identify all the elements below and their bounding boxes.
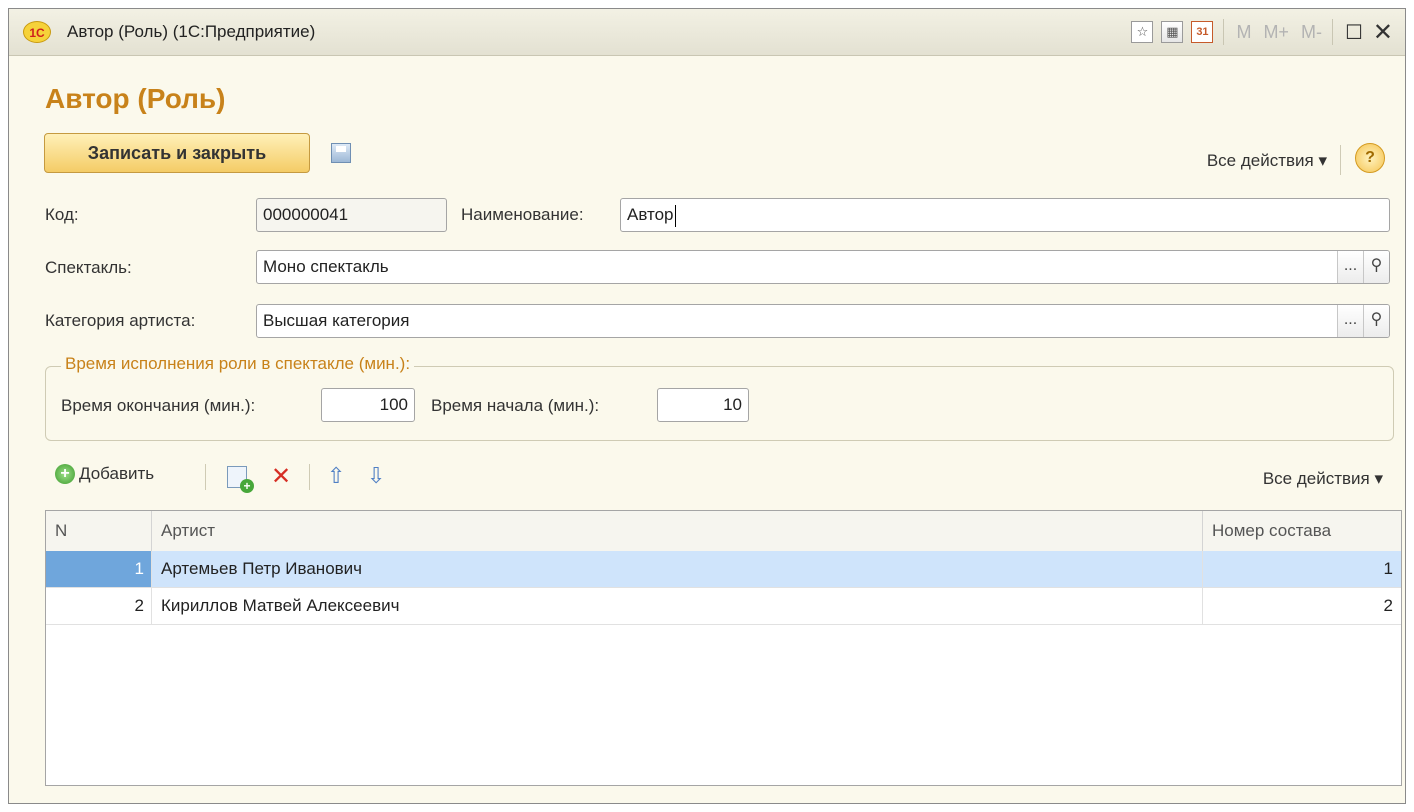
artist-cell[interactable]: Артемьев Петр Иванович <box>152 551 1203 587</box>
artists-table[interactable]: N Артист Номер состава 1 Артемьев Петр И… <box>45 510 1402 786</box>
page-title: Автор (Роль) <box>45 83 226 114</box>
cast-number-cell[interactable]: 2 <box>1203 588 1401 624</box>
close-icon[interactable]: ✕ <box>1373 18 1393 47</box>
toolbar-divider <box>1223 19 1225 45</box>
category-label: Категория артиста: <box>45 311 196 330</box>
show-field[interactable]: Моно спектакль ... ⚲ <box>256 250 1390 284</box>
row-number-cell[interactable]: 1 <box>46 551 152 587</box>
command-bar-divider <box>1340 145 1341 175</box>
category-select-button[interactable]: ... <box>1337 305 1363 337</box>
category-search-icon[interactable]: ⚲ <box>1363 305 1389 337</box>
column-header-cast-number[interactable]: Номер состава <box>1203 511 1401 551</box>
start-time-field[interactable]: 10 <box>657 388 749 422</box>
category-value: Высшая категория <box>263 311 410 330</box>
start-time-label: Время начала (мин.): <box>431 396 600 415</box>
calendar-icon[interactable]: 31 <box>1191 21 1214 43</box>
help-icon[interactable]: ? <box>1355 143 1385 173</box>
toolbar-divider <box>205 464 206 490</box>
title-bar-tools: ☆ ▦ 31 M M+ M- ☐ ✕ <box>1123 17 1393 47</box>
row-number-cell[interactable]: 2 <box>46 588 152 624</box>
name-value: Автор <box>627 205 674 224</box>
add-row-button[interactable]: + Добавить <box>55 464 154 484</box>
show-label: Спектакль: <box>45 258 132 277</box>
time-group-title: Время исполнения роли в спектакле (мин.)… <box>61 354 415 374</box>
form-window: 1С Автор (Роль) (1С:Предприятие) ☆ ▦ 31 … <box>8 8 1406 804</box>
table-all-actions-menu[interactable]: Все действия ▾ <box>1263 469 1383 489</box>
name-field[interactable]: Автор <box>620 198 1390 232</box>
end-time-field[interactable]: 100 <box>321 388 415 422</box>
table-header: N Артист Номер состава <box>46 511 1401 552</box>
table-row[interactable]: 1 Артемьев Петр Иванович 1 <box>46 551 1401 588</box>
artist-cell[interactable]: Кириллов Матвей Алексеевич <box>152 588 1203 624</box>
save-and-close-button[interactable]: Записать и закрыть <box>44 133 310 173</box>
move-down-icon[interactable]: ⇩ <box>367 463 385 489</box>
show-search-icon[interactable]: ⚲ <box>1363 251 1389 283</box>
memory-m-minus-button[interactable]: M- <box>1301 22 1322 43</box>
calculator-icon[interactable]: ▦ <box>1161 21 1184 43</box>
move-up-icon[interactable]: ⇧ <box>327 463 345 489</box>
all-actions-menu[interactable]: Все действия ▾ <box>1207 151 1327 171</box>
table-row[interactable]: 2 Кириллов Матвей Алексеевич 2 <box>46 588 1401 625</box>
end-time-label: Время окончания (мин.): <box>61 396 256 415</box>
favorite-star-icon[interactable]: ☆ <box>1131 21 1154 43</box>
show-select-button[interactable]: ... <box>1337 251 1363 283</box>
text-cursor <box>674 204 676 227</box>
code-label: Код: <box>45 205 79 224</box>
toolbar-divider <box>309 464 310 490</box>
add-plus-icon: + <box>55 464 75 484</box>
show-value: Моно спектакль <box>263 257 389 276</box>
toolbar-divider <box>1331 19 1333 45</box>
1c-logo-icon: 1С <box>23 21 51 43</box>
title-bar: 1С Автор (Роль) (1С:Предприятие) ☆ ▦ 31 … <box>9 9 1405 56</box>
memory-m-button[interactable]: M <box>1236 22 1251 43</box>
window-title: Автор (Роль) (1С:Предприятие) <box>67 22 316 41</box>
name-label: Наименование: <box>461 205 584 224</box>
maximize-icon[interactable]: ☐ <box>1345 20 1363 45</box>
cast-number-cell[interactable]: 1 <box>1203 551 1401 587</box>
column-header-artist[interactable]: Артист <box>152 511 1203 551</box>
memory-m-plus-button[interactable]: M+ <box>1263 22 1289 43</box>
category-field[interactable]: Высшая категория ... ⚲ <box>256 304 1390 338</box>
add-label: Добавить <box>79 464 155 483</box>
delete-row-icon[interactable]: ✕ <box>271 462 291 491</box>
save-disk-icon[interactable] <box>331 143 351 163</box>
column-header-n[interactable]: N <box>46 511 152 551</box>
copy-row-icon[interactable] <box>227 466 254 493</box>
code-field[interactable]: 000000041 <box>256 198 447 232</box>
